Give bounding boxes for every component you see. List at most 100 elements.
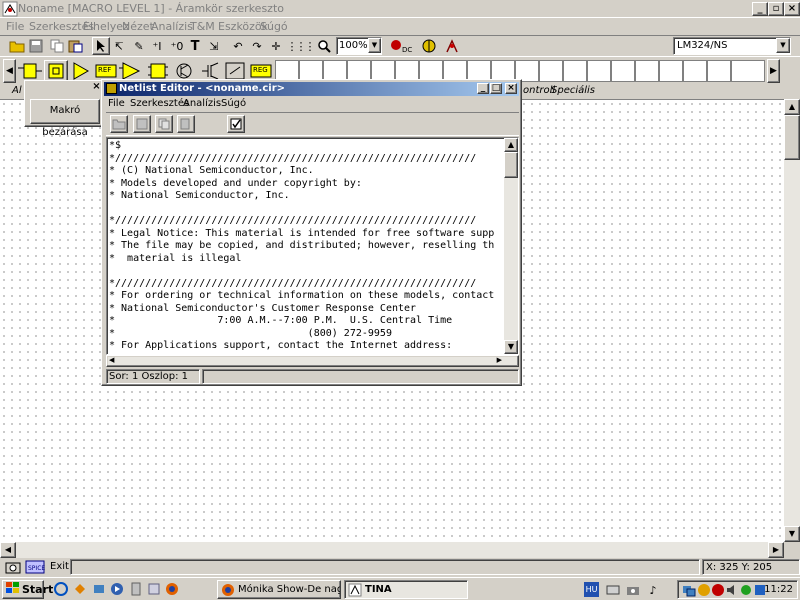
taskbar-item-firefox[interactable]: Mónika Show-De nagy ja...: [217, 580, 341, 599]
redo-icon[interactable]: ↷: [248, 37, 266, 55]
menu-analizis[interactable]: Analízis: [151, 20, 193, 33]
scroll-right-button[interactable]: ▶: [497, 356, 502, 364]
palette-empty-slot[interactable]: [683, 60, 707, 82]
palette-empty-slot[interactable]: [563, 60, 587, 82]
exit-button[interactable]: Exit: [50, 561, 69, 572]
horizontal-scrollbar[interactable]: ◀ ▶: [0, 542, 784, 558]
language-indicator[interactable]: HU: [584, 582, 599, 597]
paste-icon[interactable]: [67, 37, 85, 55]
maximize-button[interactable]: □: [490, 83, 502, 94]
probe-icon[interactable]: [443, 37, 461, 55]
minimize-button[interactable]: _: [477, 83, 489, 94]
menu-file[interactable]: File: [6, 20, 24, 33]
scroll-down-button[interactable]: ▼: [504, 340, 518, 354]
menu-analizis[interactable]: Analízis: [183, 98, 221, 109]
clock[interactable]: 11:22: [764, 584, 793, 595]
move-tool-icon[interactable]: ↸: [110, 37, 128, 55]
dc-analysis-icon[interactable]: DC: [388, 37, 414, 55]
spice-icon[interactable]: SPICE: [24, 558, 46, 576]
close-button[interactable]: ×: [784, 2, 800, 16]
grid-icon[interactable]: ⋮⋮⋮: [287, 37, 316, 55]
zoom-icon[interactable]: [315, 37, 333, 55]
open-folder-icon[interactable]: [110, 115, 128, 133]
ie-quicklaunch-icon[interactable]: [52, 580, 70, 598]
tab-fragment-left[interactable]: Al: [12, 85, 22, 96]
close-button[interactable]: ×: [505, 83, 517, 94]
copy-icon[interactable]: [155, 115, 173, 133]
palette-empty-slot[interactable]: [587, 60, 611, 82]
wire-tool-icon[interactable]: ⇲: [205, 37, 223, 55]
netlist-line: * Models developed and under copyright b…: [109, 177, 362, 189]
menu-tm[interactable]: T&M: [190, 20, 215, 33]
paste-icon[interactable]: [177, 115, 195, 133]
netlist-horizontal-scrollbar[interactable]: ◀ ▶: [106, 355, 519, 367]
palette-opamp-icon[interactable]: [69, 60, 93, 82]
node-label-icon[interactable]: ⁺0: [168, 37, 186, 55]
tray-icon[interactable]: ♪: [644, 581, 662, 599]
junction-icon[interactable]: ✛: [267, 37, 285, 55]
cursor-coordinates: X: 325 Y: 205: [702, 559, 800, 575]
undo-icon[interactable]: ↶: [229, 37, 247, 55]
pencil-icon[interactable]: ✎: [130, 37, 148, 55]
camera-tray-icon[interactable]: [624, 581, 642, 599]
palette-scroll-left-button[interactable]: ◀: [3, 59, 16, 83]
menu-szerkesztes[interactable]: Szerkesztés: [130, 98, 189, 109]
menu-sugo[interactable]: Súgó: [260, 20, 288, 33]
scroll-left-button[interactable]: ◀: [0, 542, 16, 558]
netlist-vertical-scrollbar[interactable]: ▲ ▼: [504, 138, 518, 354]
restore-button[interactable]: ▫: [768, 2, 784, 16]
quicklaunch-icon[interactable]: [127, 580, 145, 598]
camera-icon[interactable]: [4, 558, 22, 576]
scroll-left-button[interactable]: ◀: [109, 356, 114, 364]
scroll-down-button[interactable]: ▼: [784, 526, 800, 542]
scroll-thumb[interactable]: [784, 115, 800, 160]
keyboard-icon[interactable]: [604, 581, 622, 599]
scroll-thumb[interactable]: [504, 152, 518, 178]
palette-empty-slot[interactable]: [731, 60, 765, 82]
tina-app-icon: [2, 1, 18, 17]
checkmark-icon[interactable]: [227, 115, 245, 133]
palette-empty-slot[interactable]: [611, 60, 635, 82]
taskbar-item-tina[interactable]: TINA: [344, 580, 468, 599]
palette-empty-slot[interactable]: [707, 60, 731, 82]
scroll-up-button[interactable]: ▲: [784, 99, 800, 115]
palette-empty-slot[interactable]: [539, 60, 563, 82]
media-player-icon[interactable]: [108, 580, 126, 598]
vertical-scrollbar[interactable]: ▲ ▼: [784, 99, 800, 542]
menu-sugo[interactable]: Súgó: [221, 98, 246, 109]
chevron-down-icon[interactable]: ▼: [776, 38, 790, 53]
pointer-tool-icon[interactable]: [92, 37, 110, 55]
text-cursor-icon[interactable]: ⁺I: [148, 37, 166, 55]
save-icon[interactable]: [27, 37, 45, 55]
taskbar: Start Mónika Show-De nagy ja... TINA HU …: [0, 577, 800, 600]
palette-macro-icon[interactable]: [44, 60, 68, 82]
save-icon[interactable]: [133, 115, 151, 133]
start-button[interactable]: Start: [2, 580, 53, 599]
firefox-quicklaunch-icon[interactable]: [163, 580, 181, 598]
zoom-select[interactable]: 100% ▼: [336, 37, 382, 55]
scroll-right-button[interactable]: ▶: [768, 542, 784, 558]
palette-scroll-right-button[interactable]: ▶: [767, 59, 780, 83]
minimize-button[interactable]: _: [752, 2, 768, 16]
quicklaunch-icon[interactable]: [90, 580, 108, 598]
quicklaunch-icon[interactable]: [71, 580, 89, 598]
component-select[interactable]: LM324/NS ▼: [673, 37, 791, 55]
text-tool-icon[interactable]: T: [186, 37, 204, 55]
close-macro-button[interactable]: Makró bezárása: [30, 99, 100, 138]
multimeter-icon[interactable]: [420, 37, 438, 55]
open-folder-icon[interactable]: [8, 37, 26, 55]
status-panel: [202, 369, 519, 384]
menu-nezet[interactable]: Nézet: [122, 20, 154, 33]
menu-file[interactable]: File: [108, 98, 125, 109]
netlist-line: [109, 265, 494, 278]
palette-gate-icon[interactable]: [18, 60, 42, 82]
chevron-down-icon[interactable]: ▼: [368, 38, 381, 53]
quicklaunch-icon[interactable]: [145, 580, 163, 598]
netlist-text-area[interactable]: *$ */////////////////////////////////////…: [106, 137, 519, 355]
scroll-up-button[interactable]: ▲: [504, 138, 518, 152]
palette-empty-slot[interactable]: [635, 60, 659, 82]
palette-empty-slot[interactable]: [659, 60, 683, 82]
tab-specialis[interactable]: Speciális: [551, 85, 595, 96]
netlist-title: Netlist Editor - <noname.cir>: [119, 83, 286, 94]
copy-icon[interactable]: [48, 37, 66, 55]
